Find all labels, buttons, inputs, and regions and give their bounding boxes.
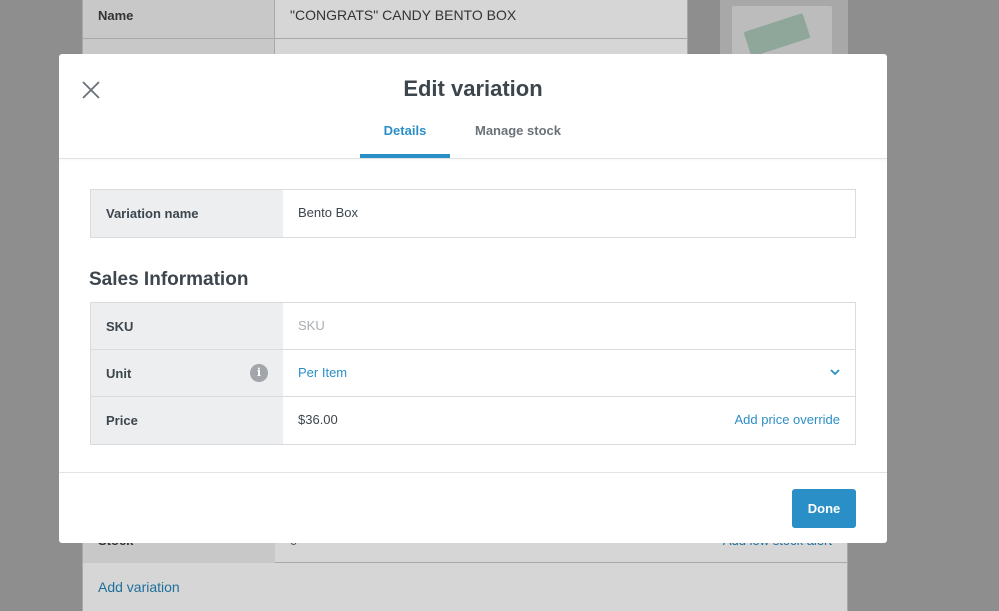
edit-variation-modal: Edit variation Details Manage stock Vari…	[59, 54, 887, 543]
item-name-label: Name	[83, 0, 275, 38]
variation-name-label: Variation name	[91, 190, 283, 237]
price-value: $36.00	[298, 412, 338, 427]
modal-title: Edit variation	[403, 76, 543, 101]
info-icon[interactable]: i	[250, 364, 268, 382]
price-row: Price $36.00 Add price override	[91, 397, 855, 444]
add-price-override-link[interactable]: Add price override	[735, 412, 841, 427]
bento-box-image	[743, 13, 811, 56]
header-divider	[59, 158, 887, 159]
sales-information-table: SKU SKU Unit i Per Item Price $36.00 Add…	[90, 302, 856, 445]
item-image-thumbnail	[732, 6, 832, 56]
footer-divider	[59, 472, 887, 473]
sales-information-heading: Sales Information	[89, 269, 249, 290]
unit-label-cell: Unit i	[91, 350, 283, 396]
variation-name-table: Variation name Bento Box	[90, 189, 856, 238]
done-button[interactable]: Done	[792, 489, 856, 528]
modal-tabs: Details Manage stock	[360, 122, 585, 158]
sku-row: SKU SKU	[91, 303, 855, 350]
variation-name-input[interactable]: Bento Box	[283, 190, 855, 237]
price-input[interactable]: $36.00 Add price override	[283, 397, 855, 444]
unit-label: Unit	[106, 366, 132, 381]
chevron-down-icon	[830, 369, 840, 376]
unit-row: Unit i Per Item	[91, 350, 855, 397]
variation-name-row: Variation name Bento Box	[91, 190, 855, 237]
sku-label: SKU	[91, 303, 283, 349]
add-variation-link: Add variation	[98, 579, 180, 595]
tab-details[interactable]: Details	[360, 122, 450, 158]
item-name-row: Name "CONGRATS" CANDY BENTO BOX	[83, 0, 687, 39]
unit-select-value: Per Item	[298, 365, 348, 380]
price-label: Price	[91, 397, 283, 444]
item-name-value: "CONGRATS" CANDY BENTO BOX	[290, 7, 517, 23]
sku-input[interactable]: SKU	[283, 303, 855, 349]
tab-manage-stock[interactable]: Manage stock	[451, 122, 585, 158]
unit-select[interactable]: Per Item	[283, 350, 855, 396]
